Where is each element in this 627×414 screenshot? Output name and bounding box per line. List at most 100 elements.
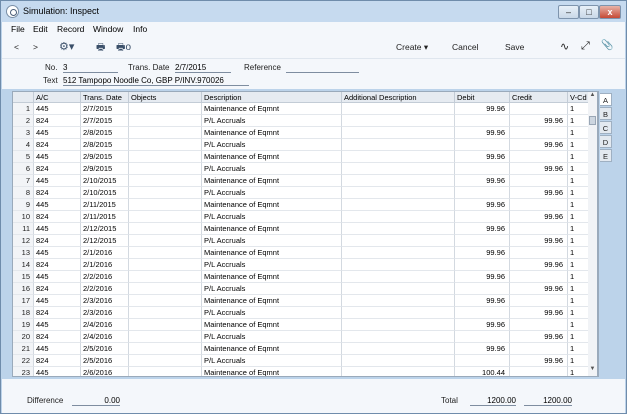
cell-objects[interactable] [129,139,202,151]
cell-description[interactable]: Maintenance of Eqmnt [202,151,342,163]
no-field[interactable]: 3 [63,63,118,73]
table-row[interactable]: 6 824 2/9/2015 P/L Accruals 99.96 1 [13,163,598,175]
cell-trans-date[interactable]: 2/9/2015 [81,163,129,175]
cell-objects[interactable] [129,187,202,199]
table-row[interactable]: 4 824 2/8/2015 P/L Accruals 99.96 1 [13,139,598,151]
cell-additional-description[interactable] [342,163,455,175]
cell-objects[interactable] [129,259,202,271]
cell-additional-description[interactable] [342,103,455,115]
cell-description[interactable]: P/L Accruals [202,331,342,343]
cell-additional-description[interactable] [342,331,455,343]
cell-additional-description[interactable] [342,355,455,367]
cell-debit[interactable] [455,355,510,367]
cell-ac[interactable]: 824 [34,259,81,271]
cell-trans-date[interactable]: 2/10/2015 [81,187,129,199]
cell-objects[interactable] [129,199,202,211]
cell-ac[interactable]: 445 [34,127,81,139]
table-row[interactable]: 10 824 2/11/2015 P/L Accruals 99.96 1 [13,211,598,223]
cell-trans-date[interactable]: 2/7/2015 [81,103,129,115]
scroll-down-icon[interactable]: ▼ [588,366,597,376]
cell-objects[interactable] [129,115,202,127]
create-button[interactable]: Create ▾ [396,42,428,53]
cell-trans-date[interactable]: 2/12/2015 [81,235,129,247]
cell-credit[interactable]: 99.96 [510,331,568,343]
cell-additional-description[interactable] [342,151,455,163]
close-button[interactable]: x [599,5,621,19]
cell-ac[interactable]: 824 [34,235,81,247]
cell-additional-description[interactable] [342,175,455,187]
tab-b[interactable]: B [600,107,612,120]
cell-trans-date[interactable]: 2/8/2015 [81,139,129,151]
cell-trans-date[interactable]: 2/3/2016 [81,307,129,319]
vertical-scrollbar[interactable]: ▲ ▼ [588,91,598,377]
table-row[interactable]: 9 445 2/11/2015 Maintenance of Eqmnt 99.96 1 [13,199,598,211]
cell-additional-description[interactable] [342,283,455,295]
cell-description[interactable]: Maintenance of Eqmnt [202,271,342,283]
cell-objects[interactable] [129,271,202,283]
cell-trans-date[interactable]: 2/11/2015 [81,211,129,223]
tab-a[interactable]: A [600,93,612,106]
cell-ac[interactable]: 445 [34,223,81,235]
cell-ac[interactable]: 445 [34,271,81,283]
cell-debit[interactable] [455,187,510,199]
cell-trans-date[interactable]: 2/5/2016 [81,355,129,367]
cell-debit[interactable] [455,331,510,343]
cell-additional-description[interactable] [342,343,455,355]
cell-debit[interactable]: 99.96 [455,199,510,211]
cell-credit[interactable] [510,151,568,163]
cell-ac[interactable]: 445 [34,175,81,187]
cell-objects[interactable] [129,103,202,115]
cell-description[interactable]: P/L Accruals [202,235,342,247]
cell-trans-date[interactable]: 2/1/2016 [81,247,129,259]
cell-objects[interactable] [129,307,202,319]
table-row[interactable]: 14 824 2/1/2016 P/L Accruals 99.96 1 [13,259,598,271]
cell-objects[interactable] [129,319,202,331]
cell-ac[interactable]: 445 [34,343,81,355]
cell-debit[interactable]: 100.44 [455,367,510,376]
cell-trans-date[interactable]: 2/5/2016 [81,343,129,355]
tab-c[interactable]: C [600,121,612,134]
menu-record[interactable]: Record [57,24,84,34]
cell-description[interactable]: Maintenance of Eqmnt [202,343,342,355]
cell-objects[interactable] [129,235,202,247]
scroll-thumb[interactable] [589,116,596,125]
cell-trans-date[interactable]: 2/7/2015 [81,115,129,127]
cell-description[interactable]: P/L Accruals [202,283,342,295]
trans-date-field[interactable]: 2/7/2015 [175,63,231,73]
cell-additional-description[interactable] [342,235,455,247]
table-row[interactable]: 3 445 2/8/2015 Maintenance of Eqmnt 99.96 1 [13,127,598,139]
table-row[interactable]: 17 445 2/3/2016 Maintenance of Eqmnt 99.96 1 [13,295,598,307]
menu-file[interactable]: File [11,24,25,34]
cell-ac[interactable]: 445 [34,367,81,376]
table-row[interactable]: 12 824 2/12/2015 P/L Accruals 99.96 1 [13,235,598,247]
table-row[interactable]: 7 445 2/10/2015 Maintenance of Eqmnt 99.96 1 [13,175,598,187]
cell-credit[interactable] [510,199,568,211]
cell-objects[interactable] [129,343,202,355]
print-preview-icon[interactable]: 🖶o [116,40,131,57]
cell-debit[interactable] [455,307,510,319]
transaction-rows-grid[interactable]: A/C Trans. Date Objects Description Addition… [12,91,599,377]
cell-credit[interactable]: 99.96 [510,163,568,175]
cell-objects[interactable] [129,283,202,295]
cell-objects[interactable] [129,151,202,163]
cell-additional-description[interactable] [342,223,455,235]
cell-trans-date[interactable]: 2/8/2015 [81,127,129,139]
cell-additional-description[interactable] [342,211,455,223]
cell-debit[interactable] [455,259,510,271]
cell-objects[interactable] [129,355,202,367]
text-field[interactable]: 512 Tampopo Noodle Co, GBP P/INV.970026 [63,76,249,86]
table-row[interactable]: 22 824 2/5/2016 P/L Accruals 99.96 1 [13,355,598,367]
cell-description[interactable]: Maintenance of Eqmnt [202,175,342,187]
table-row[interactable]: 21 445 2/5/2016 Maintenance of Eqmnt 99.96 1 [13,343,598,355]
cell-description[interactable]: Maintenance of Eqmnt [202,103,342,115]
cell-trans-date[interactable]: 2/3/2016 [81,295,129,307]
cell-ac[interactable]: 824 [34,355,81,367]
cell-additional-description[interactable] [342,367,455,376]
cell-trans-date[interactable]: 2/4/2016 [81,319,129,331]
cell-description[interactable]: Maintenance of Eqmnt [202,367,342,376]
cell-trans-date[interactable]: 2/4/2016 [81,331,129,343]
cell-description[interactable]: P/L Accruals [202,163,342,175]
cell-credit[interactable] [510,175,568,187]
table-row[interactable]: 2 824 2/7/2015 P/L Accruals 99.96 1 [13,115,598,127]
cell-objects[interactable] [129,367,202,376]
